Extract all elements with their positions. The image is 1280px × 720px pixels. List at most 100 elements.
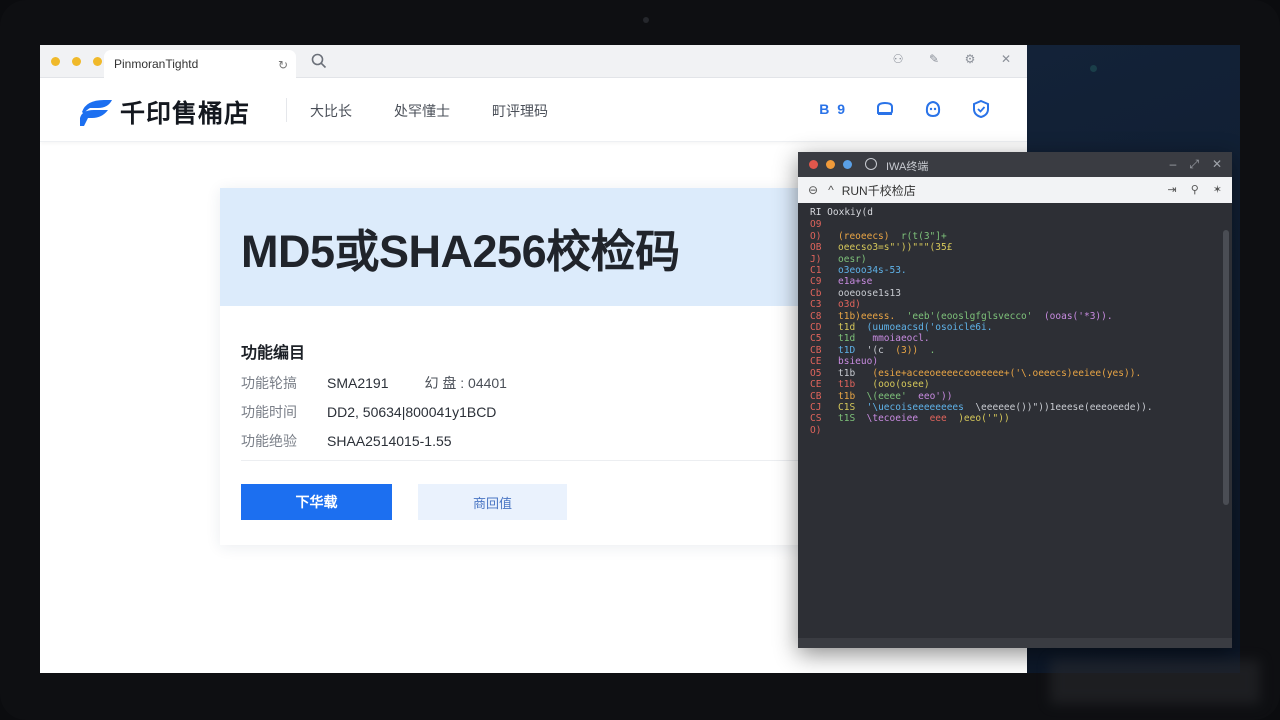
line-number: C5 (810, 333, 822, 345)
logo-text: 千印售桶店 (120, 100, 251, 128)
terminal-line: CD t1d (uumoeacsd('osoicle6i. (810, 322, 1220, 333)
logo[interactable]: 千印售桶店 (78, 94, 250, 130)
maximize-dot[interactable] (93, 56, 102, 66)
person-icon[interactable]: ⚲ (1191, 183, 1199, 196)
desktop-dot (1090, 65, 1097, 72)
terminal-line: CB t1b \(eeee' eeo')) (810, 391, 1220, 402)
maximize-icon[interactable]: ⤢ (1189, 157, 1199, 172)
terminal-traffic-lights (809, 160, 852, 169)
minimize-icon[interactable]: – (1170, 157, 1177, 172)
main-nav: 大比长 处罕懂士 町评理码 (310, 101, 548, 121)
line-number: C3 (810, 299, 822, 311)
browser-titlebar: PinmoranTightd ↻ ⚇ ✎ ⚙ ✕ (40, 45, 1027, 78)
browser-tab[interactable]: PinmoranTightd ↻ (104, 50, 296, 78)
info-row: 功能时间 DD2, 50634|800041y1BCD (241, 397, 507, 426)
line-number: O) (810, 424, 822, 436)
card-hero: MD5或SHA256校检码 (220, 188, 820, 306)
split-icon[interactable]: ⇥ (1168, 183, 1177, 196)
back-icon[interactable]: ⊖ (808, 183, 818, 197)
terminal-line: O5 t1b (esie+aceeoeeeeceoeeeee+('\.oeeecs… (810, 368, 1220, 379)
info-value: SMA2191 (327, 374, 389, 391)
terminal-tab-icons: ⇥ ⚲ ✶ (1168, 183, 1223, 196)
close-icon[interactable]: ✕ (999, 52, 1013, 66)
headset-icon[interactable] (923, 99, 943, 119)
terminal-line: C9 e1a+se (810, 276, 1220, 287)
terminal-output[interactable]: RI Ooxkiy(d O9 O) (reoeecs) r(t(3"]+ OB oeec… (798, 203, 1232, 648)
terminal-window-controls: – ⤢ ✕ (1170, 157, 1222, 172)
blurred-watermark (1050, 660, 1260, 704)
line-code: C1S '\uecoiseeeeeeees \eeeeee())"))1eees… (838, 401, 1153, 413)
chevron-up-icon[interactable]: ^ (828, 183, 834, 197)
edit-icon[interactable]: ✎ (927, 52, 941, 66)
refresh-icon[interactable]: ↻ (278, 58, 288, 72)
line-code: ooeoose1s13 (838, 287, 901, 299)
nav-item-2[interactable]: 处罕懂士 (394, 101, 450, 121)
chat-icon[interactable] (875, 99, 895, 119)
terminal-line: CE t1b (ooo(osee) (810, 379, 1220, 390)
terminal-scrollbar[interactable] (1223, 230, 1229, 505)
terminal-minimize-dot[interactable] (826, 160, 835, 169)
terminal-footer (798, 638, 1232, 648)
line-code: e1a+se (838, 276, 873, 288)
line-number: C9 (810, 276, 822, 288)
nav-badge[interactable]: B 9 (819, 101, 847, 117)
info-list: 功能轮搞 SMA2191 幻 盘 : 04401 功能时间 DD2, 50634… (241, 368, 507, 455)
nav-item-1[interactable]: 大比长 (310, 101, 352, 121)
terminal-window: IWA终端 – ⤢ ✕ ⊖ ^ RUN千校检店 ⇥ ⚲ ✶ RI Ooxkiy(… (798, 152, 1232, 648)
terminal-title: IWA终端 (886, 161, 929, 173)
terminal-line: CJ C1S '\uecoiseeeeeeees \eeeeee())"))1ee… (810, 402, 1220, 413)
line-code: t1D '(c (3)) . (838, 344, 936, 356)
close-dot[interactable] (51, 56, 60, 66)
line-code: o3eoo34s-53. (838, 265, 907, 277)
terminal-line: CE bsieuo) (810, 356, 1220, 367)
settings-icon[interactable]: ⚙ (963, 52, 977, 66)
search-icon[interactable] (310, 52, 328, 70)
nav-divider (286, 98, 287, 122)
line-number: OB (810, 242, 822, 254)
traffic-lights (51, 56, 102, 66)
line-code: bsieuo) (838, 356, 879, 368)
info-value: SHAA2514015-1.55 (327, 432, 452, 449)
terminal-line: C1 o3eoo34s-53. (810, 265, 1220, 276)
line-number: CE (810, 356, 822, 368)
line-code: oesr) (838, 253, 867, 265)
line-number: O5 (810, 367, 822, 379)
terminal-line: O9 (810, 219, 1220, 230)
line-code: t1b (ooo(osee) (838, 379, 930, 391)
terminal-line: O) (810, 425, 1220, 436)
line-number: C8 (810, 310, 822, 322)
card-divider (241, 460, 820, 461)
info-label: 功能绝验 (241, 432, 297, 449)
terminal-line: J) oesr) (810, 254, 1220, 265)
line-number: CD (810, 322, 822, 334)
user-icon[interactable]: ⚇ (891, 52, 905, 66)
info-label: 功能轮搞 (241, 374, 297, 391)
terminal-line: O) (reoeecs) r(t(3"]+ (810, 231, 1220, 242)
nav-item-3[interactable]: 町评理码 (492, 101, 548, 121)
terminal-maximize-dot[interactable] (843, 160, 852, 169)
star-icon[interactable]: ✶ (1213, 183, 1222, 196)
line-number: CS (810, 413, 822, 425)
terminal-tabbar: ⊖ ^ RUN千校检店 ⇥ ⚲ ✶ (798, 177, 1232, 203)
close-icon[interactable]: ✕ (1212, 157, 1222, 172)
terminal-tab-label[interactable]: RUN千校检店 (842, 182, 916, 199)
logo-icon (80, 100, 112, 126)
line-number: CJ (810, 401, 822, 413)
line-number: J) (810, 253, 822, 265)
line-code: t1S \tecoeiee eee )eeo('")) (838, 413, 1010, 425)
terminal-close-dot[interactable] (809, 160, 818, 169)
page-title: MD5或SHA256校检码 (241, 225, 680, 277)
shield-icon[interactable] (971, 99, 991, 119)
line-code: t1b \(eeee' eeo')) (838, 390, 953, 402)
info-row: 功能绝验 SHAA2514015-1.55 (241, 426, 507, 455)
download-button[interactable]: 下华载 (241, 484, 392, 520)
line-number: CB (810, 390, 822, 402)
info-value: DD2, 50634|800041y1BCD (327, 403, 497, 420)
camera-icon (643, 17, 649, 23)
minimize-dot[interactable] (72, 56, 81, 66)
window-controls: ⚇ ✎ ⚙ ✕ (891, 52, 1013, 66)
secondary-button[interactable]: 商回值 (418, 484, 567, 520)
line-number: CB (810, 344, 822, 356)
